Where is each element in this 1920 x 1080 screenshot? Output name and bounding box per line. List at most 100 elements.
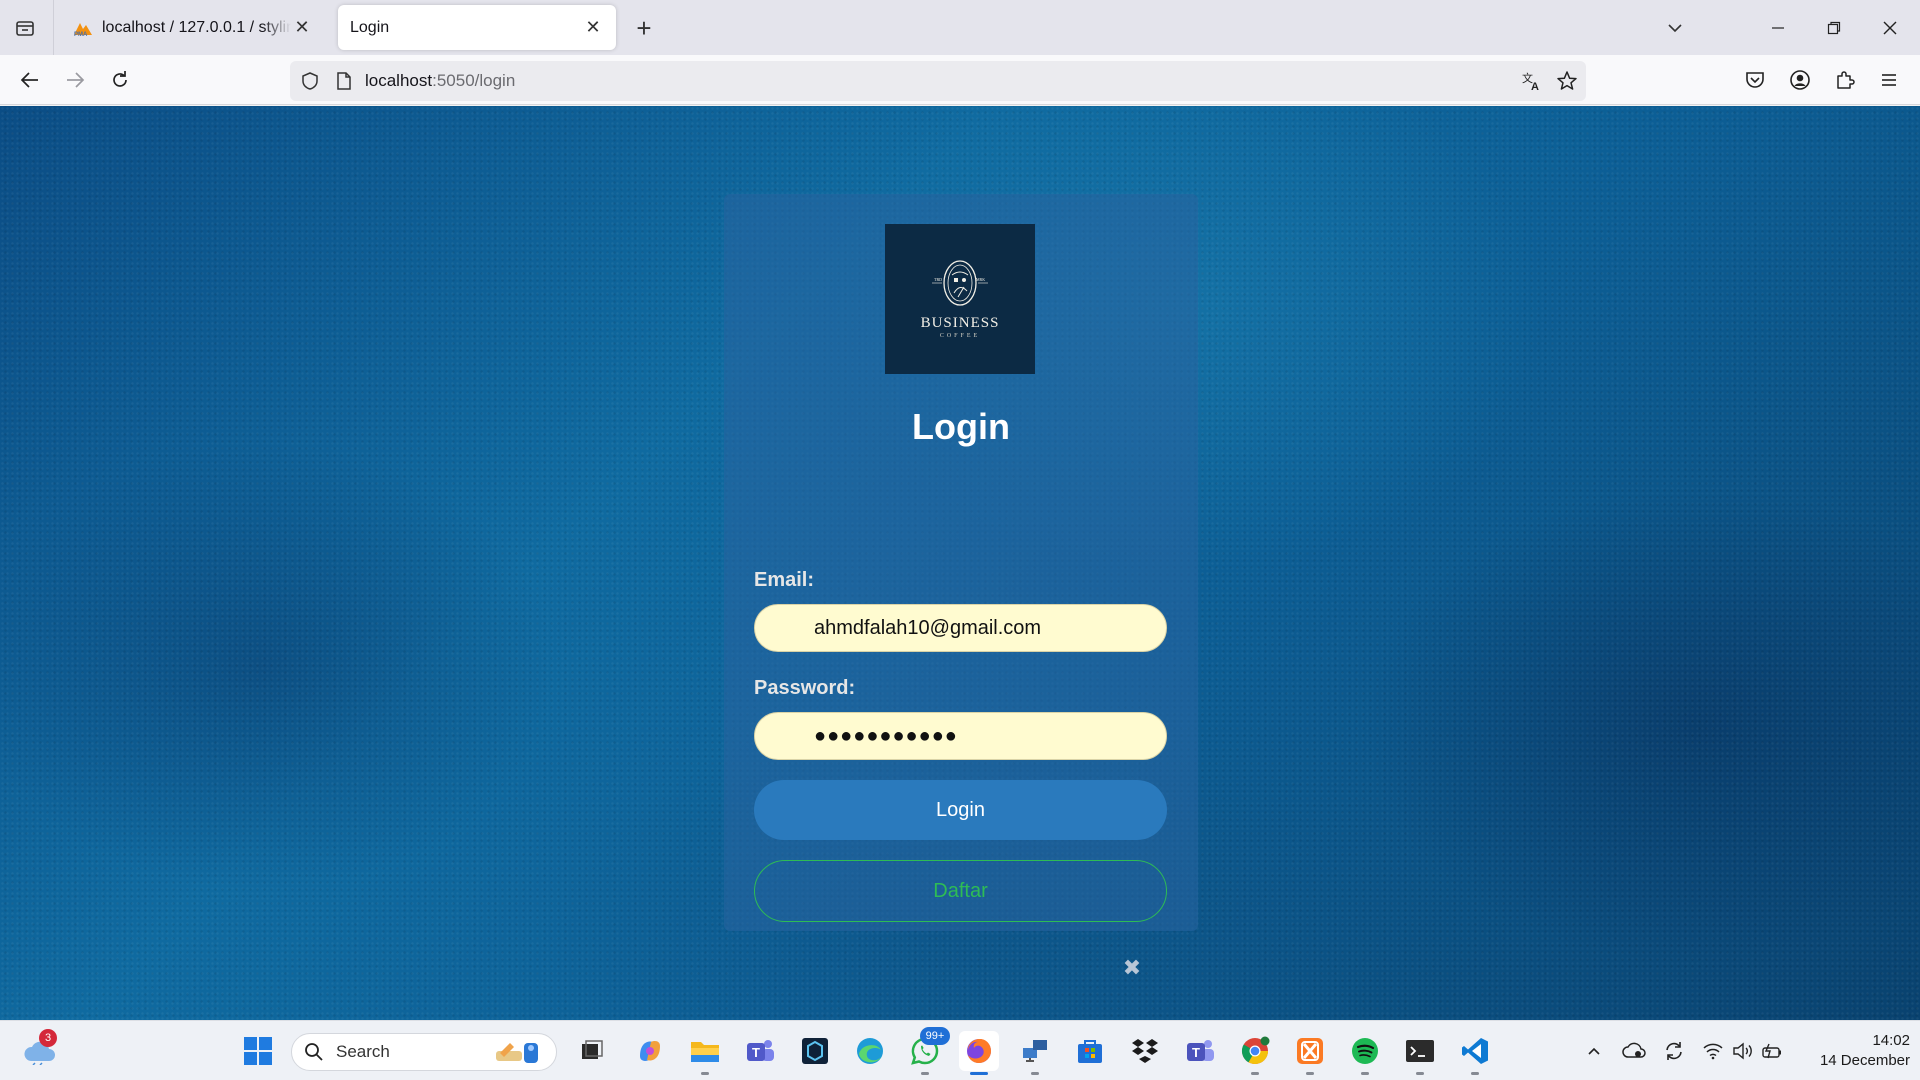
url-host: localhost [365, 71, 433, 90]
taskbar-search[interactable]: Search [291, 1033, 557, 1071]
xampp-app[interactable] [1290, 1031, 1330, 1075]
translate-icon[interactable]: 文A [1519, 68, 1545, 94]
clock-date: 14 December [1819, 1052, 1910, 1069]
extensions-button[interactable] [1829, 64, 1861, 96]
onedrive-cloud-icon[interactable] [1621, 1038, 1647, 1064]
tab-phpmyadmin[interactable]: PMA localhost / 127.0.0.1 / styling / t … [60, 5, 325, 50]
spotify-icon [1352, 1038, 1378, 1064]
close-window-icon[interactable] [1872, 10, 1908, 46]
teams-app[interactable]: T [740, 1031, 780, 1071]
system-clock[interactable]: 14:02 14 December [1800, 1031, 1910, 1071]
login-card: TRD MRK BUSINESS COFFEE Login Email: ahm… [724, 194, 1198, 980]
tab-overflow-chevron-icon[interactable] [1657, 10, 1693, 46]
file-explorer-app[interactable] [685, 1031, 725, 1075]
copilot-icon [640, 1041, 660, 1061]
network-computers-icon [1023, 1040, 1047, 1062]
phpmyadmin-icon: PMA [72, 17, 94, 39]
battery-charging-icon[interactable] [1760, 1038, 1786, 1064]
windows-taskbar: 3 Search T 99+ T 14:02 14 December [0, 1020, 1920, 1080]
whatsapp-badge: 99+ [920, 1027, 950, 1045]
edge-app[interactable] [850, 1031, 890, 1071]
weather-badge: 3 [39, 1029, 57, 1047]
running-indicator [970, 1072, 988, 1075]
firefox-icon [967, 1039, 991, 1063]
close-tab-icon[interactable]: ✕ [582, 17, 604, 39]
terminal-icon [1406, 1040, 1434, 1062]
volume-speaker-icon[interactable] [1730, 1038, 1756, 1064]
terminal-app[interactable] [1400, 1031, 1440, 1075]
new-tab-button[interactable]: + [628, 12, 660, 44]
svg-text:PMA: PMA [74, 32, 88, 37]
dark-app[interactable] [795, 1031, 835, 1071]
logo-side-right: MRK [976, 277, 985, 282]
email-field[interactable]: ahmdfalah10@gmail.com [754, 604, 1167, 652]
close-tab-icon[interactable]: ✕ [291, 17, 313, 39]
app-menu-button[interactable] [1873, 64, 1905, 96]
tab-title: localhost / 127.0.0.1 / styling / t [102, 18, 291, 36]
search-icon [305, 1043, 323, 1061]
pocket-button[interactable] [1739, 64, 1771, 96]
show-hidden-icons-chevron-icon[interactable] [1581, 1038, 1607, 1064]
task-view-icon [582, 1040, 603, 1059]
chrome-app[interactable] [1235, 1031, 1275, 1075]
spotify-app[interactable] [1345, 1031, 1385, 1075]
running-indicator [1251, 1072, 1259, 1075]
tab-list-icon [16, 21, 34, 36]
bookmark-star-icon[interactable] [1554, 68, 1580, 94]
account-button[interactable] [1784, 64, 1816, 96]
folder-icon [691, 1042, 719, 1062]
logo-subtitle: COFFEE [939, 333, 981, 339]
start-button[interactable] [238, 1031, 278, 1071]
account-icon [1790, 70, 1810, 90]
page-info-icon[interactable] [331, 68, 357, 94]
dropbox-app[interactable] [1125, 1031, 1165, 1071]
password-field[interactable]: ●●●●●●●●●●● [754, 712, 1167, 760]
forward-button[interactable] [59, 64, 91, 96]
business-coffee-logo: TRD MRK BUSINESS COFFEE [885, 224, 1035, 374]
browser-navigation-bar: localhost:5050/login 文A [0, 55, 1920, 105]
tab-list-button[interactable] [10, 13, 40, 43]
close-icon[interactable]: ✖ [1121, 955, 1143, 980]
teams-classic-app[interactable]: T [1180, 1031, 1220, 1071]
running-indicator [1361, 1072, 1369, 1075]
reload-button[interactable] [104, 64, 136, 96]
svg-text:T: T [1192, 1045, 1200, 1060]
browser-tab-strip: PMA localhost / 127.0.0.1 / styling / t … [0, 0, 1920, 55]
vscode-app[interactable] [1455, 1031, 1495, 1075]
login-title: Login [912, 406, 1010, 447]
running-indicator [921, 1072, 929, 1075]
running-indicator [1471, 1072, 1479, 1075]
clock-time: 14:02 [1872, 1032, 1910, 1049]
back-arrow-icon [20, 72, 38, 88]
page-background: TRD MRK BUSINESS COFFEE Login Email: ahm… [0, 106, 1920, 1020]
weather-widget[interactable]: 3 [20, 1029, 60, 1071]
network-app[interactable] [1015, 1031, 1055, 1075]
dropbox-icon [1132, 1039, 1158, 1063]
restore-window-icon[interactable] [1816, 10, 1852, 46]
running-indicator [701, 1072, 709, 1075]
login-button[interactable]: Login [754, 780, 1167, 840]
back-button[interactable] [14, 64, 46, 96]
minimize-window-icon[interactable] [1760, 10, 1796, 46]
register-button[interactable]: Daftar [754, 860, 1167, 922]
running-indicator [1031, 1072, 1039, 1075]
tab-login[interactable]: Login ✕ [338, 5, 616, 50]
shield-icon[interactable] [297, 68, 323, 94]
task-view-app[interactable] [572, 1031, 612, 1071]
url-text[interactable]: localhost:5050/login [365, 71, 515, 91]
logo-wordmark: BUSINESS [920, 315, 1000, 331]
hamburger-menu-icon [1882, 74, 1896, 86]
teams-classic-icon: T [1187, 1040, 1214, 1061]
wifi-icon[interactable] [1700, 1038, 1726, 1064]
whatsapp-app[interactable]: 99+ [905, 1027, 950, 1075]
coffee-emblem-icon: TRD MRK [932, 260, 988, 306]
copilot-app[interactable] [630, 1031, 670, 1071]
address-bar[interactable]: localhost:5050/login 文A [290, 61, 1586, 101]
sync-icon[interactable] [1661, 1038, 1687, 1064]
store-app[interactable] [1070, 1031, 1110, 1071]
running-indicator [1416, 1072, 1424, 1075]
svg-text:A: A [1531, 81, 1539, 92]
edge-browser-icon [857, 1038, 883, 1064]
url-path: :5050/login [432, 71, 516, 90]
firefox-app[interactable] [959, 1031, 999, 1075]
